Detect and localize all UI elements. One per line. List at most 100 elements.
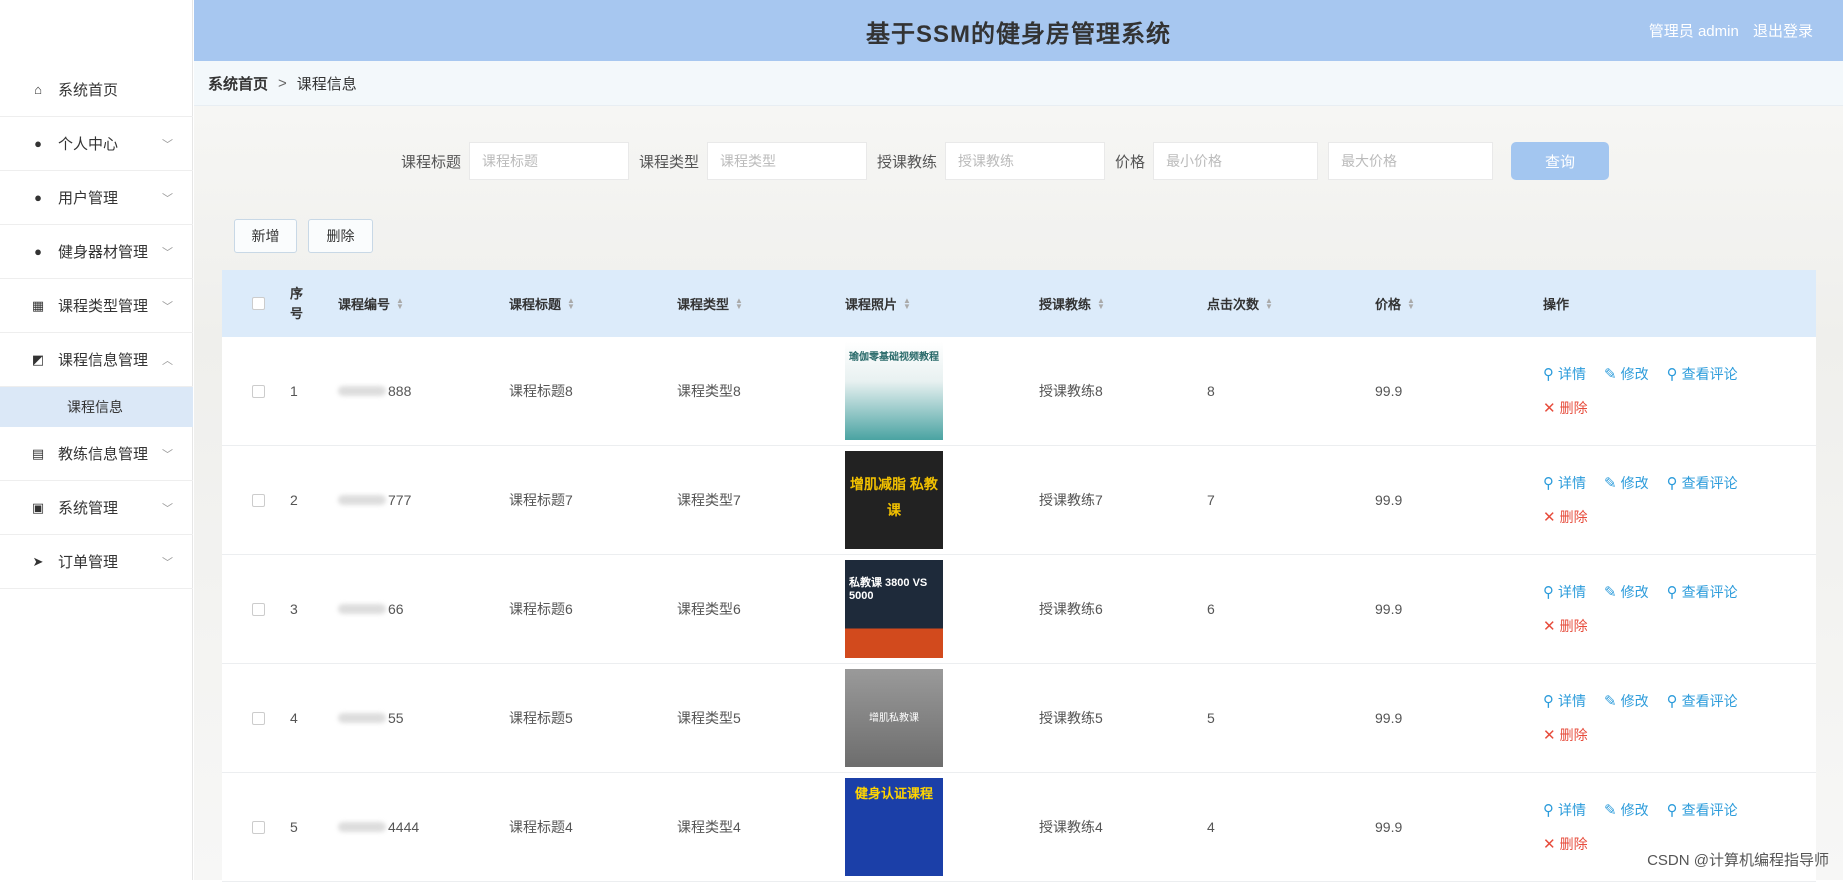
sidebar-item-0[interactable]: ⌂系统首页 <box>0 63 193 117</box>
detail-label: 详情 <box>1558 800 1586 820</box>
row-checkbox[interactable] <box>252 712 265 725</box>
max-price-input[interactable]: 最大价格 <box>1328 142 1493 180</box>
row-code: 4444 <box>338 773 509 881</box>
edit-button[interactable]: ✎修改 <box>1604 800 1649 820</box>
type-search-input[interactable]: 课程类型 <box>707 142 867 180</box>
detail-button[interactable]: ⚲详情 <box>1543 691 1586 711</box>
header-photo-label: 课程照片 <box>845 294 897 313</box>
row-index: 4 <box>290 664 338 772</box>
delete-button[interactable]: ✕删除 <box>1543 616 1588 636</box>
main-content: 课程标题 课程标题 课程类型 课程类型 授课教练 授课教练 价格 最小价格 最大… <box>194 106 1843 880</box>
coach-search-input[interactable]: 授课教练 <box>945 142 1105 180</box>
delete-label: 删除 <box>1560 398 1588 418</box>
close-icon: ✕ <box>1543 617 1556 635</box>
sidebar-subitem-course-info[interactable]: 课程信息 <box>0 387 193 427</box>
table-row: 455课程标题5课程类型5增肌私教课授课教练5599.9⚲详情✎修改⚲查看评论✕… <box>222 664 1816 773</box>
header-index: 序号 <box>290 270 338 337</box>
batch-delete-button[interactable]: 删除 <box>308 219 373 253</box>
top-header: 基于SSM的健身房管理系统 管理员 admin 退出登录 <box>194 0 1843 61</box>
sidebar-item-5[interactable]: ◩课程信息管理︿ <box>0 333 193 387</box>
detail-button[interactable]: ⚲详情 <box>1543 364 1586 384</box>
detail-button[interactable]: ⚲详情 <box>1543 800 1586 820</box>
query-button[interactable]: 查询 <box>1511 142 1609 180</box>
close-icon: ✕ <box>1543 508 1556 526</box>
blurred-code <box>338 604 386 614</box>
search-icon: ⚲ <box>1667 583 1678 601</box>
select-all-checkbox[interactable] <box>252 297 265 310</box>
detail-button[interactable]: ⚲详情 <box>1543 582 1586 602</box>
header-clicks[interactable]: 点击次数▲▼ <box>1207 270 1375 337</box>
sidebar-item-8[interactable]: ➤订单管理﹀ <box>0 535 193 589</box>
view-comments-button[interactable]: ⚲查看评论 <box>1667 800 1738 820</box>
logout-link[interactable]: 退出登录 <box>1753 23 1813 40</box>
send-icon: ➤ <box>30 554 46 570</box>
sidebar: ⌂系统首页●个人中心﹀●用户管理﹀●健身器材管理﹀▦课程类型管理﹀◩课程信息管理… <box>0 0 193 880</box>
row-code-value: 55 <box>388 710 404 726</box>
course-photo[interactable]: 瑜伽零基础视频教程 <box>845 342 943 440</box>
table-row: 366课程标题6课程类型6私教课 3800 VS 5000授课教练6699.9⚲… <box>222 555 1816 664</box>
delete-button[interactable]: ✕删除 <box>1543 398 1588 418</box>
row-type: 课程类型4 <box>677 773 845 881</box>
view-comments-button[interactable]: ⚲查看评论 <box>1667 364 1738 384</box>
delete-button[interactable]: ✕删除 <box>1543 507 1588 527</box>
grid-icon: ▦ <box>30 298 46 314</box>
edit-button[interactable]: ✎修改 <box>1604 582 1649 602</box>
sidebar-item-4[interactable]: ▦课程类型管理﹀ <box>0 279 193 333</box>
header-code[interactable]: 课程编号▲▼ <box>338 270 509 337</box>
close-icon: ✕ <box>1543 399 1556 417</box>
view-comments-button[interactable]: ⚲查看评论 <box>1667 691 1738 711</box>
edit-label: 修改 <box>1621 473 1649 493</box>
header-coach[interactable]: 授课教练▲▼ <box>1039 270 1207 337</box>
header-type[interactable]: 课程类型▲▼ <box>677 270 845 337</box>
detail-label: 详情 <box>1558 691 1586 711</box>
course-photo[interactable]: 私教课 3800 VS 5000 <box>845 560 943 658</box>
row-price: 99.9 <box>1375 773 1543 881</box>
row-code: 888 <box>338 337 509 445</box>
row-checkbox[interactable] <box>252 494 265 507</box>
course-photo[interactable]: 增肌私教课 <box>845 669 943 767</box>
sidebar-item-7[interactable]: ▣系统管理﹀ <box>0 481 193 535</box>
add-button[interactable]: 新增 <box>234 219 297 253</box>
row-checkbox[interactable] <box>252 603 265 616</box>
sidebar-item-3[interactable]: ●健身器材管理﹀ <box>0 225 193 279</box>
breadcrumb-home[interactable]: 系统首页 <box>208 73 268 94</box>
sidebar-item-1[interactable]: ●个人中心﹀ <box>0 117 193 171</box>
min-price-input[interactable]: 最小价格 <box>1153 142 1318 180</box>
row-checkbox[interactable] <box>252 385 265 398</box>
row-coach: 授课教练4 <box>1039 773 1207 881</box>
delete-button[interactable]: ✕删除 <box>1543 834 1588 854</box>
photo-caption: 增肌减脂 私教课 <box>850 476 938 518</box>
sort-icon: ▲▼ <box>1407 298 1415 310</box>
delete-label: 删除 <box>1560 616 1588 636</box>
title-search-input[interactable]: 课程标题 <box>469 142 629 180</box>
row-coach: 授课教练7 <box>1039 446 1207 554</box>
title-label: 课程标题 <box>401 151 461 172</box>
photo-caption: 瑜伽零基础视频教程 <box>849 352 939 363</box>
edit-button[interactable]: ✎修改 <box>1604 691 1649 711</box>
delete-button[interactable]: ✕删除 <box>1543 725 1588 745</box>
close-icon: ✕ <box>1543 726 1556 744</box>
edit-button[interactable]: ✎修改 <box>1604 473 1649 493</box>
header-photo[interactable]: 课程照片▲▼ <box>845 270 1039 337</box>
view-comments-button[interactable]: ⚲查看评论 <box>1667 473 1738 493</box>
edit-icon: ✎ <box>1604 365 1617 383</box>
header-price[interactable]: 价格 ▲▼ <box>1375 270 1543 337</box>
header-price-label: 价格 <box>1375 294 1401 313</box>
row-coach: 授课教练8 <box>1039 337 1207 445</box>
course-photo[interactable]: 健身认证课程 <box>845 778 943 876</box>
sidebar-item-2[interactable]: ●用户管理﹀ <box>0 171 193 225</box>
search-icon: ⚲ <box>1543 583 1554 601</box>
row-clicks: 4 <box>1207 773 1375 881</box>
view-comments-button[interactable]: ⚲查看评论 <box>1667 582 1738 602</box>
row-coach: 授课教练6 <box>1039 555 1207 663</box>
row-type: 课程类型8 <box>677 337 845 445</box>
edit-button[interactable]: ✎修改 <box>1604 364 1649 384</box>
table-row: 2777课程标题7课程类型7增肌减脂 私教课授课教练7799.9⚲详情✎修改⚲查… <box>222 446 1816 555</box>
header-type-label: 课程类型 <box>677 294 729 313</box>
sidebar-item-6[interactable]: ▤教练信息管理﹀ <box>0 427 193 481</box>
row-checkbox[interactable] <box>252 821 265 834</box>
course-photo[interactable]: 增肌减脂 私教课 <box>845 451 943 549</box>
header-title[interactable]: 课程标题▲▼ <box>509 270 677 337</box>
detail-button[interactable]: ⚲详情 <box>1543 473 1586 493</box>
sidebar-item-label: 用户管理 <box>58 187 118 208</box>
